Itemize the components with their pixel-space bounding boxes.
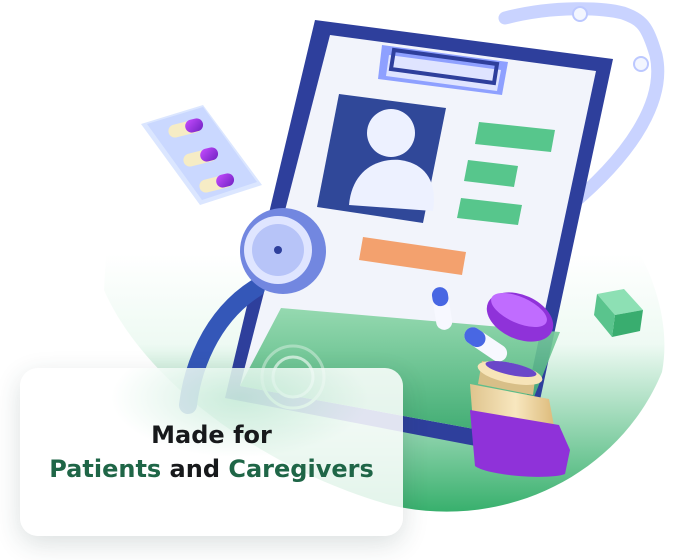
headline-card: Made for Patients and Caregivers <box>20 368 403 536</box>
pill-pack-icon <box>141 105 262 205</box>
stethoscope-earpiece-icon <box>633 56 649 72</box>
and-label: and <box>161 455 229 483</box>
stethoscope-earpiece-icon <box>572 6 588 22</box>
profile-head-icon <box>367 109 415 157</box>
caregivers-label: Caregivers <box>228 455 374 483</box>
headline-line-2: Patients and Caregivers <box>20 452 403 486</box>
patients-label: Patients <box>49 455 162 483</box>
headline-text: Made for Patients and Caregivers <box>20 418 403 486</box>
profile-card <box>317 94 446 223</box>
headline-line-1: Made for <box>151 421 272 449</box>
